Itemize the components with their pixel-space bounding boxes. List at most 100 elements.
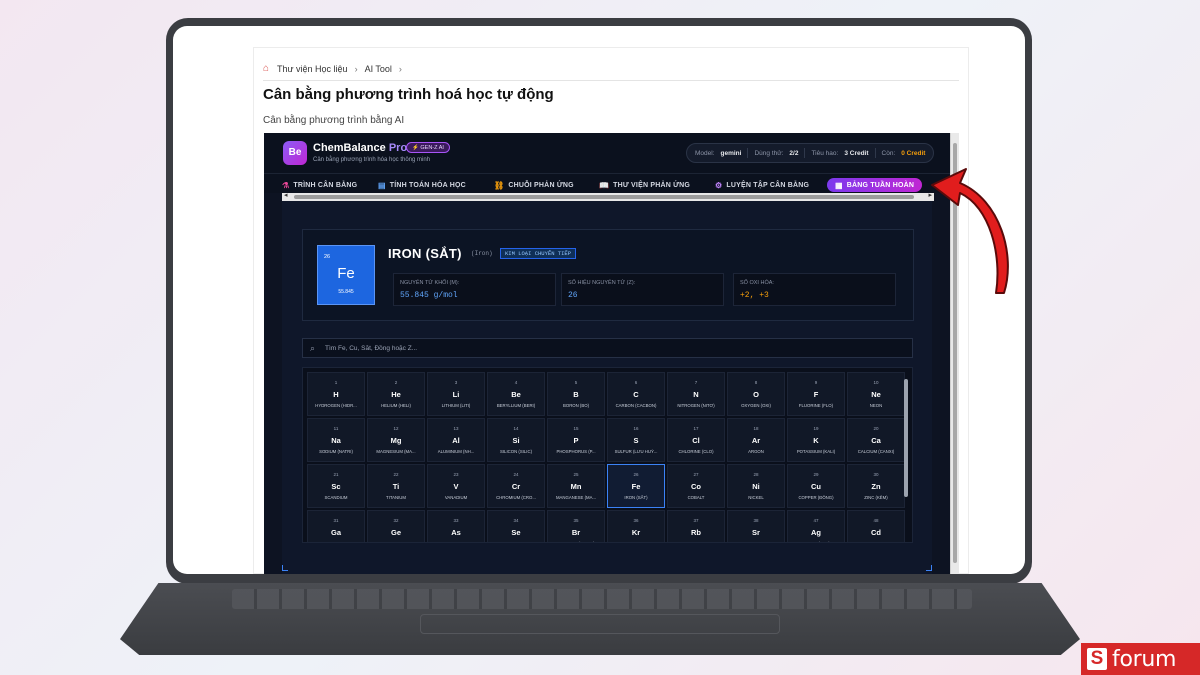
tab-reaction-library[interactable]: 📖 THƯ VIỆN PHẢN ỨNG [599, 178, 690, 192]
element-name: ARSENIC [428, 541, 484, 542]
element-cell-c[interactable]: 6 C CARBON (CACBON) [607, 372, 665, 416]
scroll-thumb[interactable] [904, 379, 908, 497]
element-name: RUBIDIUM [668, 541, 724, 542]
element-symbol: Co [691, 482, 701, 491]
usage-stats: Model: gemini Dùng thử: 2/2 Tiêu hao: 3 Cre… [686, 143, 935, 163]
element-symbol: Ag [811, 528, 821, 537]
element-cell-as[interactable]: 33 As ARSENIC [427, 510, 485, 542]
element-symbol: Mg [390, 436, 402, 445]
breadcrumb-item-library[interactable]: Thư viện Học liệu [277, 64, 348, 74]
selected-element-tile: 26 Fe 55.845 [317, 245, 375, 305]
element-name: COBALT [687, 495, 705, 500]
element-cell-al[interactable]: 13 Al ALUMINIUM (NH... [427, 418, 485, 462]
element-cell-mg[interactable]: 12 Mg MAGNESIUM (MA... [367, 418, 425, 462]
horizontal-scrollbar[interactable]: ◂ ▸ [282, 191, 934, 201]
element-cell-ne[interactable]: 10 Ne NEON [847, 372, 905, 416]
tab-label: TRÌNH CÂN BẰNG [293, 181, 358, 189]
element-cell-kr[interactable]: 36 Kr KRYPTON [607, 510, 665, 542]
element-symbol: Ar [751, 436, 761, 445]
stat-label: SỐ HIỆU NGUYÊN TỬ (Z): [568, 280, 636, 286]
element-name: NICKEL [748, 495, 764, 500]
tab-practice[interactable]: ⚙ LUYỆN TẬP CÂN BẰNG [715, 178, 809, 192]
element-cell-br[interactable]: 35 Br BROMINE (BROM) [547, 510, 605, 542]
element-cell-cu[interactable]: 29 Cu COPPER (ĐỒNG) [787, 464, 845, 508]
element-symbol: As [451, 528, 461, 537]
table-icon: ▦ [835, 180, 843, 190]
element-cell-ca[interactable]: 20 Ca CALCIUM (CANXI) [847, 418, 905, 462]
element-cell-f[interactable]: 9 F FLUORINE (FLO) [787, 372, 845, 416]
breadcrumb-item-ai-tool[interactable]: AI Tool [365, 64, 392, 74]
brand-main: ChemBalance [313, 142, 386, 154]
element-cell-se[interactable]: 34 Se SELENIUM [487, 510, 545, 542]
tab-periodic-table[interactable]: ▦ BẢNG TUẦN HOÀN [827, 178, 923, 192]
search-icon: ⌕ [310, 343, 316, 353]
element-cell-sr[interactable]: 38 Sr STRONTIUM [727, 510, 785, 542]
element-cell-na[interactable]: 11 Na SODIUM (NATRI) [307, 418, 365, 462]
vertical-scrollbar[interactable] [903, 369, 909, 539]
element-symbol: Al [452, 436, 460, 445]
chain-icon: ⛓ [494, 180, 505, 190]
element-symbol: V [453, 482, 459, 491]
tab-label: BẢNG TUẦN HOÀN [846, 181, 915, 189]
element-cell-he[interactable]: 2 He HELIUM (HELI) [367, 372, 425, 416]
breadcrumb-separator: › [398, 64, 402, 74]
tab-balancer[interactable]: ⚗ TRÌNH CÂN BẰNG [282, 178, 357, 192]
element-cell-ga[interactable]: 31 Ga GALLIUM [307, 510, 365, 542]
element-cell-si[interactable]: 14 Si SILICON (SILIC) [487, 418, 545, 462]
element-name: POTASSIUM (KALI) [796, 449, 836, 454]
element-number: 18 [753, 426, 759, 431]
element-symbol: Sr [752, 528, 760, 537]
element-cell-li[interactable]: 3 Li LITHIUM (LITI) [427, 372, 485, 416]
element-cell-cd[interactable]: 48 Cd CADMIUM [847, 510, 905, 542]
element-name: SODIUM (NATRI) [319, 449, 353, 454]
element-symbol: Ge [390, 528, 401, 537]
element-name: PHOSPHORUS (P... [556, 449, 596, 454]
element-cell-n[interactable]: 7 N NITROGEN (NITƠ) [667, 372, 725, 416]
element-cell-o[interactable]: 8 O OXYGEN (OXI) [727, 372, 785, 416]
element-cell-k[interactable]: 19 K POTASSIUM (KALI) [787, 418, 845, 462]
element-name: CHROMIUM (CRO... [496, 495, 536, 500]
element-number: 47 [813, 518, 819, 523]
element-symbol: Be [511, 390, 521, 399]
element-number: 31 [333, 518, 339, 523]
element-cell-cl[interactable]: 17 Cl CHLORINE (CLO) [667, 418, 725, 462]
practice-icon: ⚙ [715, 180, 723, 190]
scroll-left-icon[interactable]: ◂ [284, 191, 288, 199]
element-cell-fe[interactable]: 26 Fe IRON (SẮT) [607, 464, 665, 508]
element-cell-v[interactable]: 23 V VANADIUM [427, 464, 485, 508]
element-cell-be[interactable]: 4 Be BERYLLIUM (BERI) [487, 372, 545, 416]
red-arrow-annotation [931, 168, 1009, 294]
element-number: 8 [754, 380, 758, 385]
element-cell-b[interactable]: 5 B BORON (BO) [547, 372, 605, 416]
element-cell-ti[interactable]: 22 Ti TITANIUM [367, 464, 425, 508]
book-icon: 📖 [599, 180, 610, 190]
search-input[interactable] [325, 342, 895, 355]
element-cell-p[interactable]: 15 P PHOSPHORUS (P... [547, 418, 605, 462]
element-symbol: Ga [330, 528, 341, 537]
element-name: STRONTIUM [728, 541, 784, 542]
home-icon[interactable]: ⌂ [263, 64, 273, 74]
tab-reaction-chain[interactable]: ⛓ CHUỖI PHẢN ỨNG [494, 178, 574, 192]
element-cell-zn[interactable]: 30 Zn ZINC (KẼM) [847, 464, 905, 508]
element-cell-h[interactable]: 1 H HYDROGEN (HIDR... [307, 372, 365, 416]
stat-label: SỐ OXI HÓA: [740, 280, 774, 286]
tab-calculator[interactable]: ▤ TÍNH TOÁN HÓA HỌC [378, 178, 466, 192]
element-cell-rb[interactable]: 37 Rb RUBIDIUM [667, 510, 725, 542]
element-name: FLUORINE (FLO) [798, 403, 834, 408]
element-number: 37 [693, 518, 699, 523]
element-number: 1 [334, 380, 338, 385]
element-cell-sc[interactable]: 21 Sc SCANDIUM [307, 464, 365, 508]
element-cell-ag[interactable]: 47 Ag SILVER (BẠC) [787, 510, 845, 542]
element-cell-ge[interactable]: 32 Ge GERMANIUM [367, 510, 425, 542]
element-number: 48 [873, 518, 879, 523]
element-name: TITANIUM [386, 495, 406, 500]
element-cell-s[interactable]: 16 S SULFUR (LƯU HUỲ... [607, 418, 665, 462]
element-cell-ni[interactable]: 28 Ni NICKEL [727, 464, 785, 508]
element-cell-ar[interactable]: 18 Ar ARGON [727, 418, 785, 462]
element-cell-mn[interactable]: 25 Mn MANGANESE (MA... [547, 464, 605, 508]
scroll-thumb[interactable] [294, 195, 914, 199]
sforum-logo-icon: S [1087, 648, 1107, 670]
element-cell-co[interactable]: 27 Co COBALT [667, 464, 725, 508]
element-number: 15 [573, 426, 579, 431]
element-cell-cr[interactable]: 24 Cr CHROMIUM (CRO... [487, 464, 545, 508]
